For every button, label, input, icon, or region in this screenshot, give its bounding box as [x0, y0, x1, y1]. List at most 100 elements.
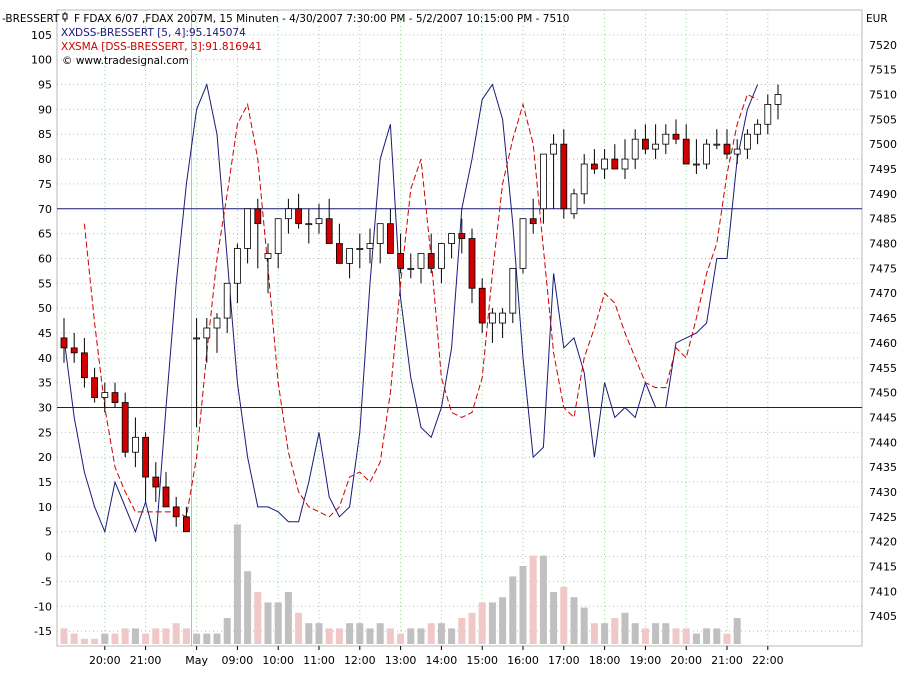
copyright-line: © www.tradesignal.com [62, 55, 189, 67]
right-tick-label: 7420 [869, 536, 897, 549]
left-tick-label: 60 [38, 252, 52, 265]
x-tick-label: 11:00 [303, 654, 335, 667]
x-tick-label: 21:00 [130, 654, 162, 667]
x-tick-label: 21:00 [711, 654, 743, 667]
volume-bar [733, 618, 741, 644]
x-tick-label: 09:00 [222, 654, 254, 667]
volume-bar [203, 633, 211, 644]
right-tick-label: 7515 [869, 64, 897, 77]
volume-bar [172, 623, 180, 644]
volume-bar [560, 586, 568, 644]
candle-body [754, 123, 761, 135]
candle-body [458, 233, 466, 239]
volume-bar [682, 628, 690, 644]
candle-body [601, 158, 608, 170]
x-tick-label: 14:00 [426, 654, 458, 667]
candle-body [448, 233, 456, 244]
left-tick-label: 5 [45, 526, 52, 539]
right-tick-label: 7485 [869, 213, 897, 226]
left-axis: 1051009590858075706560555045403530252015… [31, 29, 52, 638]
volume-bar [101, 633, 109, 644]
right-tick-label: 7480 [869, 238, 897, 251]
x-tick-label: 15:00 [466, 654, 498, 667]
x-tick-label: 19:00 [630, 654, 662, 667]
x-tick-label: May [185, 654, 208, 667]
volume-bar [723, 633, 731, 644]
volume-bar [601, 623, 609, 644]
candle-body [499, 312, 507, 324]
volume-bar [468, 612, 476, 644]
candle-body [162, 486, 170, 508]
price-chart[interactable]: 1051009590858075706560555045403530252015… [0, 0, 922, 678]
left-tick-label: 80 [38, 153, 52, 166]
x-axis: 20:00 21:00 May 09:00 10:00 11:00 12:00 13:00 14… [89, 646, 784, 667]
right-tick-label: 7495 [869, 163, 897, 176]
x-tick-label: 13:00 [385, 654, 417, 667]
right-tick-label: 7520 [869, 39, 897, 52]
candle-body [611, 158, 619, 170]
candle-body [417, 253, 425, 269]
left-tick-label: 85 [38, 128, 52, 141]
x-tick-label: 16:00 [507, 654, 539, 667]
volume-bar [193, 633, 201, 644]
candle-body [70, 347, 78, 354]
volume-bar [672, 628, 680, 644]
candle-body [733, 148, 741, 155]
left-tick-label: 40 [38, 352, 52, 365]
volume-bar [621, 612, 629, 644]
volume-bar [662, 623, 670, 644]
candle-body [427, 253, 435, 269]
volume-bar [713, 628, 721, 644]
volume-bar [233, 524, 241, 644]
right-tick-label: 7440 [869, 436, 897, 449]
volume-bar [356, 623, 364, 644]
candle-body [193, 337, 201, 340]
left-tick-label: 45 [38, 327, 52, 340]
left-tick-label: 105 [31, 29, 52, 42]
dss-legend-icon: XX [61, 27, 75, 39]
right-tick-label: 7510 [869, 88, 897, 101]
right-tick-label: 7430 [869, 486, 897, 499]
left-tick-label: 75 [38, 178, 52, 191]
sma-line-label: SMA [DSS-BRESSERT, 3]:91.816941 [75, 41, 262, 53]
right-tick-label: 7410 [869, 585, 897, 598]
candle-body [142, 436, 150, 478]
left-tick-label: 65 [38, 228, 52, 241]
volume-bar [121, 628, 129, 644]
left-tick-label: 0 [45, 551, 52, 564]
candle-body [662, 133, 670, 145]
candle-body [284, 208, 292, 220]
volume-bar [478, 602, 486, 644]
candle-body [254, 208, 262, 225]
instrument-line: F FDAX 6/07 ,FDAX 2007M, 15 Minuten - 4/… [74, 13, 570, 25]
volume-bar [295, 612, 303, 644]
currency-label: EUR [866, 13, 888, 25]
volume-bar [427, 623, 435, 644]
candle-body [213, 317, 221, 329]
volume-bar [142, 633, 150, 644]
x-tick-label: 12:00 [344, 654, 376, 667]
candle-body [315, 218, 323, 225]
candle-body [519, 218, 527, 269]
volume-bar [376, 623, 384, 644]
left-tick-label: -10 [34, 600, 52, 613]
candle-body [642, 138, 649, 150]
right-tick-label: 7490 [869, 188, 897, 201]
volume-bar [366, 628, 374, 644]
volume-bar [652, 623, 660, 644]
right-tick-label: 7470 [869, 287, 897, 300]
x-tick-label: 20:00 [670, 654, 702, 667]
candle-body [703, 143, 710, 165]
volume-bar [519, 566, 527, 644]
volume-bar [529, 555, 537, 644]
candle-body [111, 392, 119, 403]
candle-body [223, 282, 231, 319]
volume-bar [131, 628, 139, 644]
volume-bar [335, 628, 343, 644]
candle-body [172, 506, 180, 518]
left-tick-label: 25 [38, 426, 52, 439]
candle-body [652, 143, 659, 150]
candle-body [550, 143, 557, 155]
volume-bar [60, 628, 68, 644]
candle-body [325, 218, 333, 244]
